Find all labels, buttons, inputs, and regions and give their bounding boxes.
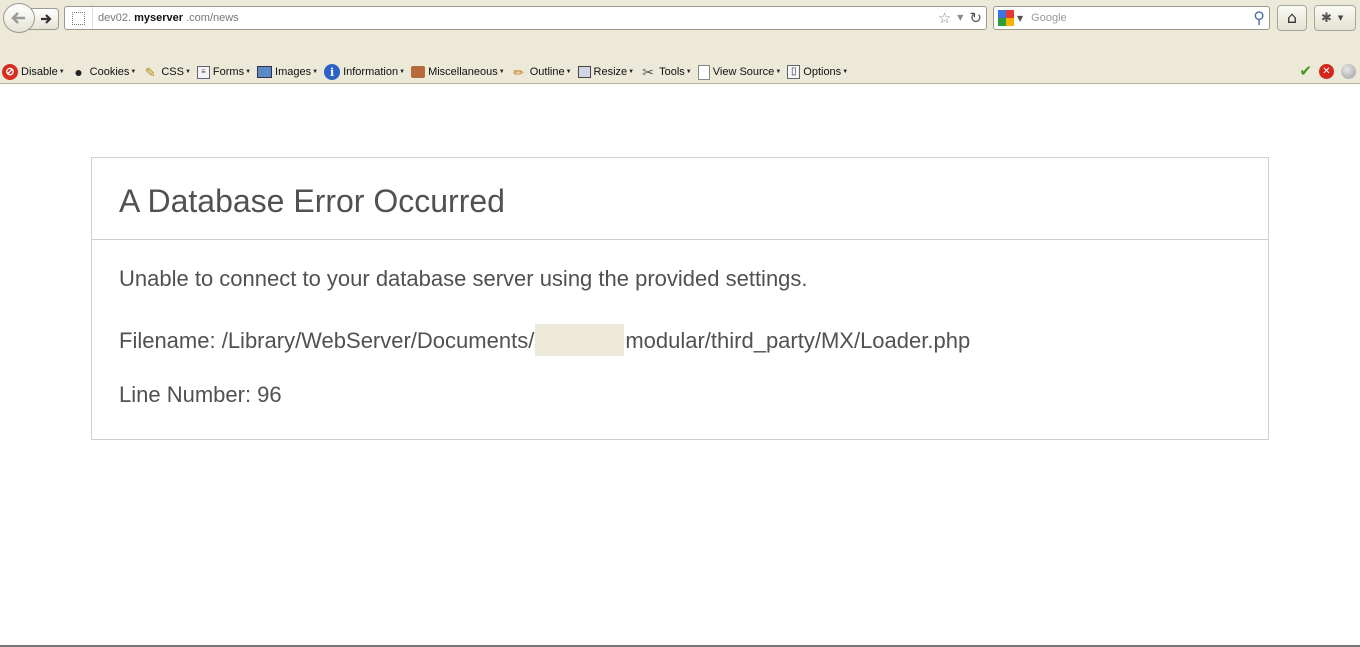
view-source-icon	[697, 64, 710, 80]
menu-options[interactable]: ▯ Options ▼	[787, 63, 848, 81]
redacted-block	[535, 324, 625, 356]
site-identity-icon	[72, 11, 85, 25]
menu-label: Disable	[21, 66, 58, 78]
css-icon: ✎	[144, 64, 156, 80]
error-title: A Database Error Occurred	[119, 183, 505, 219]
url-path: /news	[209, 12, 239, 24]
resize-icon	[577, 66, 591, 78]
error-message: Unable to connect to your database serve…	[119, 266, 808, 291]
options-icon: ▯	[787, 65, 801, 79]
home-icon: ⌂	[1286, 8, 1298, 27]
home-button[interactable]: ⌂	[1277, 5, 1307, 31]
menu-tools[interactable]: ✂ Tools ▼	[640, 63, 692, 81]
reload-icon[interactable]: ↻	[969, 10, 982, 26]
error-body: Unable to connect to your database serve…	[92, 240, 1268, 440]
filename-suffix: modular/third_party/MX/Loader.php	[625, 328, 971, 353]
menu-disable[interactable]: ⊘ Disable ▼	[2, 63, 65, 81]
back-arrow-icon	[11, 12, 25, 24]
information-icon: i	[324, 64, 341, 80]
url-bar-icons: ☆ ▼ ↻	[938, 10, 986, 26]
menu-forms[interactable]: ≡ Forms ▼	[196, 63, 252, 81]
back-button[interactable]	[3, 3, 35, 33]
menu-miscellaneous[interactable]: Miscellaneous ▼	[411, 63, 505, 81]
forms-icon: ≡	[196, 65, 210, 79]
url-host: myserver	[134, 12, 184, 24]
menu-label: Images	[275, 66, 312, 78]
tools-icon: ✂	[642, 64, 654, 80]
search-bar[interactable]: ▼ Google ⚲	[993, 6, 1270, 30]
bookmark-star-icon[interactable]: ☆	[938, 10, 951, 26]
caret-icon: ▼	[312, 69, 319, 75]
css-valid-check-icon[interactable]: ✔	[1299, 64, 1312, 79]
toolbar-status-icons: ✔ ✕	[1299, 64, 1356, 79]
url-prefix: dev02.	[98, 12, 132, 24]
back-forward-group	[3, 3, 59, 33]
caret-icon: ▼	[685, 69, 692, 75]
site-identity-button[interactable]	[65, 7, 93, 29]
menu-outline[interactable]: ✏ Outline ▼	[511, 63, 572, 81]
caret-icon: ▼	[58, 69, 65, 75]
bug-icon: ✱	[1321, 10, 1332, 26]
inactive-status-icon[interactable]	[1341, 64, 1356, 79]
url-bar[interactable]: dev02. myserver .com/news ☆ ▼ ↻	[64, 6, 987, 30]
menu-label: View Source	[712, 66, 775, 78]
menu-label: Information	[343, 66, 399, 78]
web-developer-toolbar: ⊘ Disable ▼ ● Cookies ▼ ✎ CSS ▼ ≡ Forms ▼ Im…	[0, 37, 1360, 84]
error-line-number: Line Number: 96	[119, 382, 282, 407]
menu-information[interactable]: i Information ▼	[324, 63, 405, 81]
error-container: A Database Error Occurred Unable to conn…	[91, 157, 1269, 440]
caret-icon: ▼	[399, 69, 406, 75]
error-filename: Filename: /Library/WebServer/Documents/m…	[119, 324, 1241, 382]
menu-label: Cookies	[89, 66, 130, 78]
images-icon	[257, 66, 273, 78]
menu-label: Outline	[529, 66, 565, 78]
navigation-bar: dev02. myserver .com/news ☆ ▼ ↻ ▼ Google…	[0, 0, 1360, 37]
menu-cookies[interactable]: ● Cookies ▼	[71, 63, 137, 81]
menu-images[interactable]: Images ▼	[257, 63, 318, 81]
url-suffix: .com	[186, 12, 210, 24]
caret-icon: ▼	[245, 69, 252, 75]
url-text[interactable]: dev02. myserver .com/news	[93, 12, 938, 24]
forward-arrow-icon	[41, 14, 52, 24]
history-dropdown-icon[interactable]: ▼	[957, 14, 963, 22]
menu-label: Options	[803, 66, 842, 78]
caret-icon: ▼	[842, 69, 849, 75]
menu-label: CSS	[161, 66, 184, 78]
chevron-down-icon: ▼	[1337, 14, 1344, 22]
caret-icon: ▼	[628, 69, 635, 75]
outline-icon: ✏	[513, 64, 525, 80]
menu-css[interactable]: ✎ CSS ▼	[142, 63, 191, 81]
error-header: A Database Error Occurred	[92, 158, 1268, 240]
caret-icon: ▼	[565, 69, 572, 75]
menu-resize[interactable]: Resize ▼	[577, 63, 635, 81]
search-input[interactable]: Google	[1031, 12, 1253, 24]
menu-view-source[interactable]: View Source ▼	[697, 63, 782, 81]
menu-label: Miscellaneous	[428, 66, 498, 78]
addon-menu-button[interactable]: ✱ ▼	[1314, 5, 1356, 31]
menu-label: Resize	[593, 66, 628, 78]
error-icon[interactable]: ✕	[1319, 64, 1334, 79]
web-developer-menu: ⊘ Disable ▼ ● Cookies ▼ ✎ CSS ▼ ≡ Forms ▼ Im…	[2, 63, 854, 81]
disable-icon: ⊘	[2, 64, 18, 80]
miscellaneous-icon	[411, 66, 426, 78]
search-engine-dropdown-icon[interactable]: ▼	[1017, 14, 1023, 23]
menu-label: Forms	[212, 66, 245, 78]
caret-icon: ▼	[775, 69, 782, 75]
filename-prefix: Filename: /Library/WebServer/Documents/	[119, 328, 535, 353]
search-magnifier-icon[interactable]: ⚲	[1253, 10, 1265, 26]
menu-label: Tools	[659, 66, 685, 78]
caret-icon: ▼	[498, 69, 505, 75]
cookies-icon: ●	[74, 64, 83, 80]
google-logo-icon[interactable]	[998, 10, 1014, 26]
caret-icon: ▼	[130, 69, 137, 75]
caret-icon: ▼	[184, 69, 191, 75]
